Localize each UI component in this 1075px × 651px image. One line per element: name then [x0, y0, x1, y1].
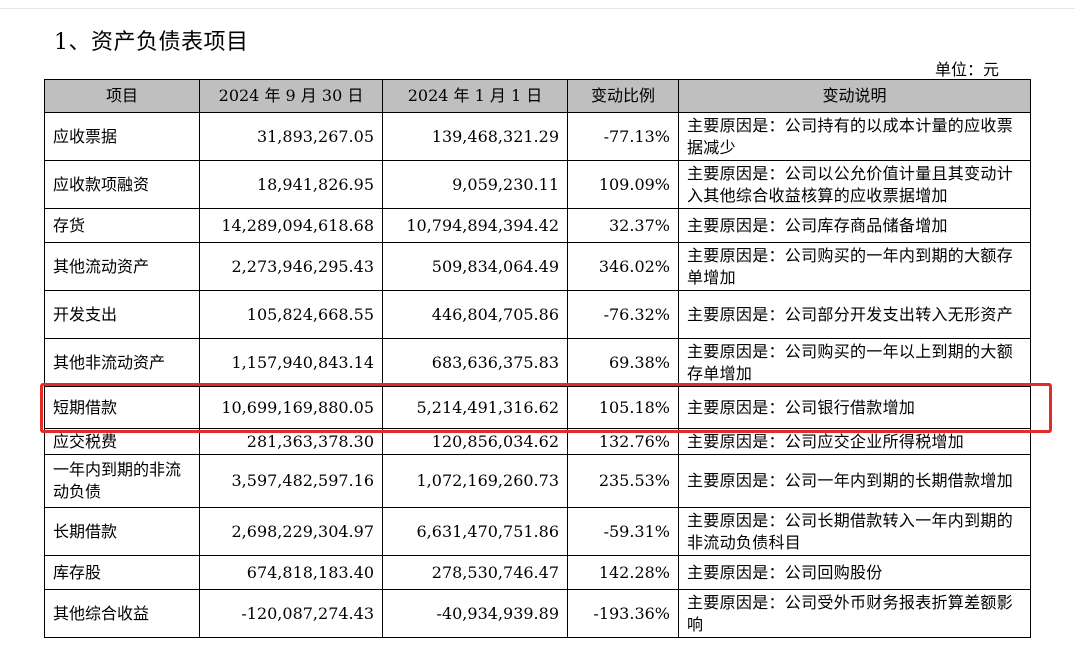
row-end-value: 1,157,940,843.14 — [199, 338, 383, 387]
row-begin-value: 9,059,230.11 — [382, 160, 568, 209]
row-description: 主要原因是：公司库存商品储备增加 — [678, 208, 1031, 243]
row-begin-value: 446,804,705.86 — [382, 290, 568, 339]
row-end-value: 31,893,267.05 — [199, 112, 383, 161]
row-begin-value: 139,468,321.29 — [382, 112, 568, 161]
header-description: 变动说明 — [678, 79, 1031, 113]
row-begin-value: 509,834,064.49 — [382, 242, 568, 291]
row-begin-value: -40,934,939.89 — [382, 589, 568, 638]
row-change: 346.02% — [567, 242, 679, 291]
row-begin-value: 1,072,169,260.73 — [382, 454, 568, 508]
row-begin-value: 683,636,375.83 — [382, 338, 568, 387]
section-title: 1、资产负债表项目 — [54, 30, 249, 55]
row-description: 主要原因是：公司购买的一年以上到期的大额存单增加 — [678, 338, 1031, 387]
row-description: 主要原因是：公司持有的以成本计量的应收票据减少 — [678, 112, 1031, 161]
row-item: 长期借款 — [44, 507, 200, 556]
unit-label: 单位：元 — [934, 60, 999, 79]
row-description: 主要原因是：公司部分开发支出转入无形资产 — [678, 290, 1031, 339]
row-item: 存货 — [44, 208, 200, 243]
balance-sheet-table: 项目 2024 年 9 月 30 日 2024 年 1 月 1 日 变动比例 变… — [44, 79, 1031, 638]
row-item: 库存股 — [44, 555, 200, 590]
highlight-box — [40, 383, 1052, 433]
table-row: 其他综合收益 -120,087,274.43 -40,934,939.89 -1… — [44, 589, 1031, 638]
row-change: 69.38% — [567, 338, 679, 387]
row-item: 一年内到期的非流动负债 — [44, 454, 200, 508]
top-divider — [0, 8, 1075, 9]
row-description: 主要原因是：公司长期借款转入一年内到期的非流动负债科目 — [678, 507, 1031, 556]
header-begin-date: 2024 年 1 月 1 日 — [382, 79, 568, 113]
row-change: -77.13% — [567, 112, 679, 161]
header-change-ratio: 变动比例 — [567, 79, 679, 113]
header-item: 项目 — [44, 79, 200, 113]
table-row: 一年内到期的非流动负债 3,597,482,597.16 1,072,169,2… — [44, 454, 1031, 508]
row-description: 主要原因是：公司回购股份 — [678, 555, 1031, 590]
row-change: -59.31% — [567, 507, 679, 556]
row-item: 其他综合收益 — [44, 589, 200, 638]
table-row: 库存股 674,818,183.40 278,530,746.47 142.28… — [44, 555, 1031, 590]
row-begin-value: 278,530,746.47 — [382, 555, 568, 590]
table-row: 其他流动资产 2,273,946,295.43 509,834,064.49 3… — [44, 242, 1031, 291]
row-end-value: 2,273,946,295.43 — [199, 242, 383, 291]
table-row: 应收票据 31,893,267.05 139,468,321.29 -77.13… — [44, 112, 1031, 161]
row-change: 142.28% — [567, 555, 679, 590]
row-description: 主要原因是：公司受外币财务报表折算差额影响 — [678, 589, 1031, 638]
row-item: 其他流动资产 — [44, 242, 200, 291]
row-end-value: 105,824,668.55 — [199, 290, 383, 339]
row-begin-value: 6,631,470,751.86 — [382, 507, 568, 556]
row-item: 其他非流动资产 — [44, 338, 200, 387]
row-change: 235.53% — [567, 454, 679, 508]
row-end-value: 2,698,229,304.97 — [199, 507, 383, 556]
row-end-value: 674,818,183.40 — [199, 555, 383, 590]
row-end-value: 3,597,482,597.16 — [199, 454, 383, 508]
table-row: 存货 14,289,094,618.68 10,794,894,394.42 3… — [44, 208, 1031, 243]
row-end-value: 14,289,094,618.68 — [199, 208, 383, 243]
table-row: 其他非流动资产 1,157,940,843.14 683,636,375.83 … — [44, 338, 1031, 387]
header-end-date: 2024 年 9 月 30 日 — [199, 79, 383, 113]
row-description: 主要原因是：公司一年内到期的长期借款增加 — [678, 454, 1031, 508]
row-item: 开发支出 — [44, 290, 200, 339]
row-change: -193.36% — [567, 589, 679, 638]
table-row: 开发支出 105,824,668.55 446,804,705.86 -76.3… — [44, 290, 1031, 339]
row-description: 主要原因是：公司购买的一年内到期的大额存单增加 — [678, 242, 1031, 291]
row-end-value: -120,087,274.43 — [199, 589, 383, 638]
table-row: 应收款项融资 18,941,826.95 9,059,230.11 109.09… — [44, 160, 1031, 209]
row-change: 109.09% — [567, 160, 679, 209]
row-item: 应收票据 — [44, 112, 200, 161]
row-end-value: 18,941,826.95 — [199, 160, 383, 209]
table-row: 长期借款 2,698,229,304.97 6,631,470,751.86 -… — [44, 507, 1031, 556]
row-change: 32.37% — [567, 208, 679, 243]
table-header-row: 项目 2024 年 9 月 30 日 2024 年 1 月 1 日 变动比例 变… — [44, 79, 1031, 113]
row-begin-value: 10,794,894,394.42 — [382, 208, 568, 243]
row-item: 应收款项融资 — [44, 160, 200, 209]
row-description: 主要原因是：公司以公允价值计量且其变动计入其他综合收益核算的应收票据增加 — [678, 160, 1031, 209]
row-change: -76.32% — [567, 290, 679, 339]
